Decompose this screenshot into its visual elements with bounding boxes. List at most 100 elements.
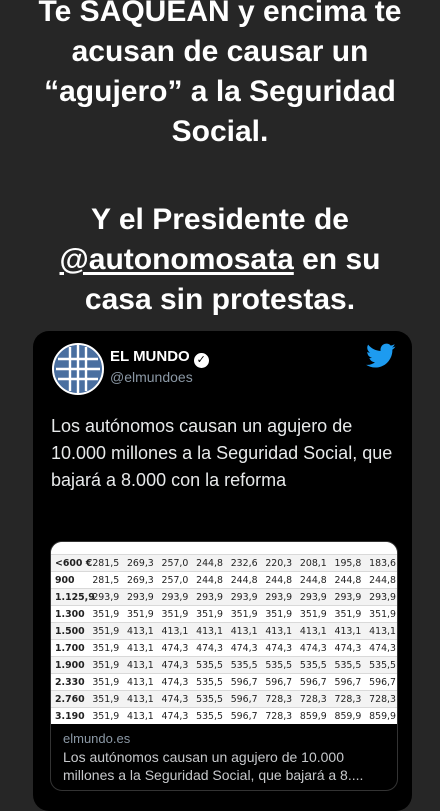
story-line: Social. xyxy=(171,115,269,148)
table-cell: 535,5 xyxy=(293,656,328,674)
mention-link[interactable]: @autonomosata xyxy=(60,243,294,276)
table-cell: 413,1 xyxy=(120,673,155,691)
table-cell: 535,5 xyxy=(189,673,224,691)
table-cell: 195,8 xyxy=(327,554,363,572)
table-cell: 535,5 xyxy=(189,707,224,724)
table-cell: 244,8 xyxy=(223,571,259,589)
story-line: casa sin protestas. xyxy=(84,283,356,316)
table-cell: 351,9 xyxy=(154,605,190,623)
table-cell: 474,3 xyxy=(223,639,259,657)
table-cell: 413,1 xyxy=(258,622,294,640)
table-cell: 474,3 xyxy=(327,639,363,657)
table-cell: 413,1 xyxy=(154,622,190,640)
table-cell: 535,5 xyxy=(189,656,224,674)
table-header-strip xyxy=(51,542,397,555)
table-cell: 474,3 xyxy=(154,707,190,724)
row-label: 1.500 xyxy=(51,622,86,640)
table-cell: 596,7 xyxy=(362,673,397,691)
table-cell: 413,1 xyxy=(120,690,155,708)
table-cell: 244,8 xyxy=(327,571,363,589)
table-row: 1.125,9 293,9 293,9 293,9 293,9 293,9 293,9 293… xyxy=(51,588,397,606)
table-cell: 596,7 xyxy=(223,690,259,708)
story-subheadline: Y el Presidente de @autonomosata en su c… xyxy=(0,200,440,320)
table-cell: 474,3 xyxy=(362,639,397,657)
row-label: <600 € xyxy=(51,554,92,572)
table-cell: 244,8 xyxy=(258,571,294,589)
table-cell: 351,9 xyxy=(120,605,155,623)
table-cell: 351,9 xyxy=(258,605,294,623)
table-cell: 474,3 xyxy=(154,690,190,708)
table-cell: 183,6 xyxy=(362,554,397,572)
table-row: 1.300 351,9 351,9 351,9 351,9 351,9 351,9 351,9… xyxy=(51,605,397,623)
story-line: Te SAQUEAN y encima te xyxy=(38,0,402,28)
globe-logo-icon xyxy=(54,345,102,393)
table-cell: 728,3 xyxy=(293,690,328,708)
table-cell: 351,9 xyxy=(293,605,328,623)
verified-icon: ✓ xyxy=(193,353,209,368)
twitter-bird-icon[interactable] xyxy=(366,343,396,369)
table-cell: 596,7 xyxy=(327,673,363,691)
table-cell: 474,3 xyxy=(189,639,224,657)
table-cell: 535,5 xyxy=(258,656,294,674)
table-row: 3.190 351,9 413,1 474,3 535,5 596,7 728,3 859,9… xyxy=(51,707,397,724)
table-cell: 293,9 xyxy=(120,588,155,606)
table-cell: 244,8 xyxy=(189,554,224,572)
table-cell: 351,9 xyxy=(327,605,363,623)
story-line-rest: en su xyxy=(293,243,381,276)
table-cell: 474,3 xyxy=(293,639,328,657)
table-row: 1.700 351,9 413,1 474,3 474,3 474,3 474,3 474,3… xyxy=(51,639,397,657)
table-cell: 474,3 xyxy=(154,639,190,657)
link-preview-card[interactable]: <600 €281,5 269,3 257,0 244,8 232,6 220,3 208,… xyxy=(50,541,398,791)
table-cell: 413,1 xyxy=(327,622,363,640)
account-name[interactable]: EL MUNDO ✓ xyxy=(110,348,209,368)
table-cell: 351,9 xyxy=(85,605,121,623)
table-cell: 535,5 xyxy=(327,656,363,674)
link-title: Los autónomos causan un agujero de 10.00… xyxy=(63,749,364,783)
link-domain: elmundo.es xyxy=(63,731,131,746)
table-cell: 596,7 xyxy=(293,673,328,691)
story-line: @autonomosata en su xyxy=(0,240,440,280)
table-cell: 413,1 xyxy=(293,622,328,640)
row-label: 2.760 xyxy=(51,690,86,708)
table-cell: 728,3 xyxy=(258,690,294,708)
table-cell: 413,1 xyxy=(223,622,259,640)
table-cell: 244,8 xyxy=(362,571,397,589)
table-cell: 257,0 xyxy=(154,571,190,589)
story-headline: Te SAQUEAN y encima te acusan de causar … xyxy=(0,0,440,152)
table-cell: 728,3 xyxy=(327,690,363,708)
table-cell: 596,7 xyxy=(258,673,294,691)
table-cell: 859,9 xyxy=(293,707,328,724)
table-cell: 859,9 xyxy=(362,707,397,724)
table-cell: 413,1 xyxy=(120,622,155,640)
table-row: 1.500 351,9 413,1 413,1 413,1 413,1 413,1 413,1… xyxy=(51,622,397,640)
table-cell: 413,1 xyxy=(120,656,155,674)
table-row: 900 281,5 269,3 257,0 244,8 244,8 244,8 244,8 24… xyxy=(51,571,397,589)
table-cell: 293,9 xyxy=(223,588,259,606)
avatar[interactable] xyxy=(52,343,104,395)
table-cell: 535,5 xyxy=(223,656,259,674)
table-cell: 474,3 xyxy=(154,656,190,674)
table-cell: 351,9 xyxy=(223,605,259,623)
account-handle[interactable]: @elmundoes xyxy=(110,369,193,385)
tweet-text: Los autónomos causan un agujero de 10.00… xyxy=(51,416,393,490)
row-label: 3.190 xyxy=(51,707,86,724)
table-cell: 351,9 xyxy=(362,605,397,623)
table-cell: 413,1 xyxy=(120,639,155,657)
table-cell: 351,9 xyxy=(85,673,121,691)
table-cell: 351,9 xyxy=(189,605,224,623)
account-name-text: EL MUNDO xyxy=(110,348,190,365)
table-cell: 596,7 xyxy=(223,707,259,724)
table-row: 2.330 351,9 413,1 474,3 535,5 596,7 596,7 596,7… xyxy=(51,673,397,691)
table-cell: 351,9 xyxy=(85,639,121,657)
story-line: acusan de causar un xyxy=(71,35,369,68)
table-cell: 351,9 xyxy=(85,656,121,674)
table-cell: 535,5 xyxy=(189,690,224,708)
table-cell: 351,9 xyxy=(85,622,121,640)
table-cell: 351,9 xyxy=(85,690,121,708)
story-line: Y el Presidente de xyxy=(91,203,349,236)
contribution-table: <600 €281,5 269,3 257,0 244,8 232,6 220,3 208,… xyxy=(51,542,397,724)
table-cell: 413,1 xyxy=(189,622,224,640)
table-cell: 535,5 xyxy=(362,656,397,674)
table-cell: 244,8 xyxy=(293,571,328,589)
tweet-card[interactable]: EL MUNDO ✓ @elmundoes Los autónomos causa… xyxy=(33,331,412,811)
